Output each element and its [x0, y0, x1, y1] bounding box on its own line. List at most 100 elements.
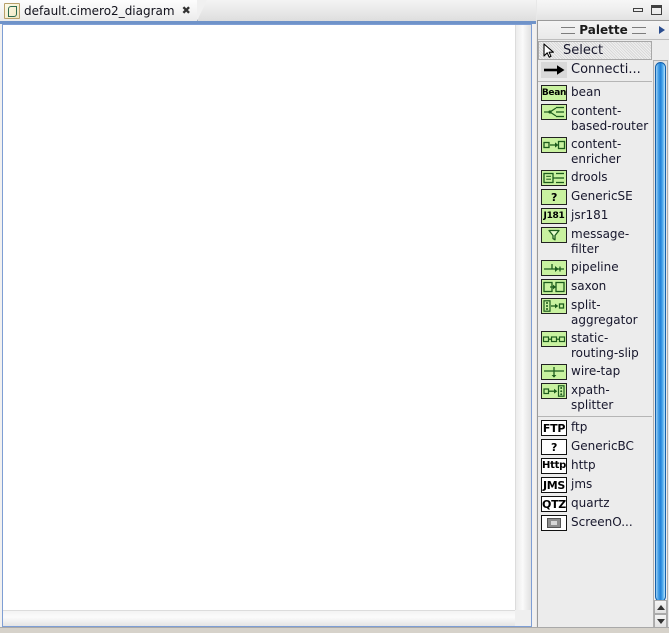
palette-item-label: bean	[571, 85, 601, 99]
chevron-right-icon[interactable]	[659, 26, 665, 34]
palette-vertical-scrollbar[interactable]	[653, 60, 668, 629]
window-bottom-edge	[0, 627, 669, 633]
palette-item-label: GenericSE	[571, 189, 633, 203]
jsr181-icon-text: J181	[543, 210, 565, 221]
palette-item-screenshot[interactable]: ScreenO...	[538, 513, 652, 532]
wire-tap-icon	[541, 364, 567, 380]
palette-item-drools[interactable]: drools	[538, 168, 652, 187]
screenshot-icon	[541, 515, 567, 531]
palette-item-label: jms	[571, 477, 593, 491]
minimize-icon[interactable]	[632, 4, 645, 16]
palette-item-label: pipeline	[571, 260, 619, 274]
palette-item-list: Select Connecti... Bean bean content-bas…	[538, 40, 652, 630]
canvas-horizontal-scrollbar[interactable]	[3, 610, 515, 626]
palette-item-select[interactable]: Select	[538, 41, 652, 60]
diagram-canvas[interactable]	[3, 25, 515, 610]
grip-icon	[631, 26, 646, 34]
generic-se-icon-text: ?	[550, 190, 558, 204]
generic-se-icon: ?	[541, 189, 567, 205]
palette-group-binding-components: FTP ftp ? GenericBC Http http JMS jms QT…	[538, 417, 652, 534]
palette-item-pipeline[interactable]: pipeline	[538, 258, 652, 277]
eclipse-diagram-editor-window: default.cimero2_diagram ✖ Palette Select…	[0, 0, 669, 633]
palette-item-content-based-router[interactable]: content-based-router	[538, 102, 652, 135]
xpath-splitter-icon	[541, 383, 567, 399]
quartz-icon: QTZ	[541, 496, 567, 512]
http-icon: Http	[541, 458, 567, 474]
bean-icon: Bean	[541, 85, 567, 101]
palette-item-quartz[interactable]: QTZ quartz	[538, 494, 652, 513]
palette-panel: Palette Select Connecti... Bean bean con…	[537, 0, 669, 633]
palette-item-saxon[interactable]: saxon	[538, 277, 652, 296]
palette-item-label: static-routing-slip	[571, 331, 639, 360]
quartz-icon-text: QTZ	[542, 497, 566, 511]
palette-item-connection[interactable]: Connecti...	[538, 60, 652, 79]
generic-bc-icon-text: ?	[550, 440, 558, 454]
palette-item-xpath-splitter[interactable]: xpath-splitter	[538, 381, 652, 414]
palette-item-label: xpath-splitter	[571, 383, 614, 412]
palette-item-wire-tap[interactable]: wire-tap	[538, 362, 652, 381]
saxon-icon	[541, 279, 567, 295]
window-titlebar	[537, 0, 669, 20]
diagram-canvas-frame	[2, 24, 532, 627]
palette-group-tools: Select Connecti...	[538, 40, 652, 82]
palette-item-content-enricher[interactable]: content-enricher	[538, 135, 652, 168]
palette-item-label: saxon	[571, 279, 607, 293]
grip-icon	[561, 26, 576, 34]
split-aggregator-icon	[541, 298, 567, 314]
palette-body: Palette Select Connecti... Bean bean con…	[537, 20, 669, 633]
canvas-vertical-scrollbar[interactable]	[515, 25, 531, 610]
pipeline-icon	[541, 260, 567, 276]
palette-item-http[interactable]: Http http	[538, 456, 652, 475]
maximize-icon[interactable]	[650, 4, 663, 16]
palette-item-label: split-aggregator	[571, 298, 638, 327]
connection-arrow-icon	[541, 62, 567, 78]
palette-item-label: jsr181	[571, 208, 609, 222]
palette-item-label: http	[571, 458, 596, 472]
bean-icon-text: Bean	[541, 87, 567, 98]
jms-icon: JMS	[541, 477, 567, 493]
palette-item-split-aggregator[interactable]: split-aggregator	[538, 296, 652, 329]
palette-item-label: Connecti...	[571, 62, 641, 77]
palette-item-label: wire-tap	[571, 364, 621, 378]
palette-item-label: message-filter	[571, 227, 630, 256]
canvas-scrollbar-corner	[515, 610, 531, 626]
static-routing-slip-icon	[541, 331, 567, 347]
ftp-icon-text: FTP	[542, 421, 566, 435]
palette-item-static-routing-slip[interactable]: static-routing-slip	[538, 329, 652, 362]
editor-tab-label: default.cimero2_diagram	[24, 3, 175, 18]
editor-area: default.cimero2_diagram ✖	[0, 0, 536, 633]
palette-item-generic-se[interactable]: ? GenericSE	[538, 187, 652, 206]
palette-item-label: GenericBC	[571, 439, 634, 453]
palette-title: Palette	[579, 23, 628, 37]
drools-icon	[541, 170, 567, 186]
jms-icon-text: JMS	[542, 478, 566, 492]
palette-item-bean[interactable]: Bean bean	[538, 83, 652, 102]
cursor-icon	[541, 43, 559, 59]
palette-header: Palette	[538, 21, 669, 40]
palette-item-label: ftp	[571, 420, 588, 434]
palette-item-label: Select	[563, 43, 604, 58]
palette-item-message-filter[interactable]: message-filter	[538, 225, 652, 258]
palette-item-generic-bc[interactable]: ? GenericBC	[538, 437, 652, 456]
palette-group-service-engines: Bean bean content-based-router content-e…	[538, 82, 652, 417]
palette-item-ftp[interactable]: FTP ftp	[538, 418, 652, 437]
http-icon-text: Http	[542, 460, 566, 471]
editor-tab-strip: default.cimero2_diagram ✖	[0, 0, 536, 21]
palette-item-label: ScreenO...	[571, 515, 633, 529]
palette-scrollbar-thumb[interactable]	[655, 62, 666, 602]
palette-item-label: content-enricher	[571, 137, 622, 166]
palette-item-jms[interactable]: JMS jms	[538, 475, 652, 494]
palette-item-jsr181[interactable]: J181 jsr181	[538, 206, 652, 225]
jsr181-icon: J181	[541, 208, 567, 224]
palette-item-label: quartz	[571, 496, 610, 510]
generic-bc-icon: ?	[541, 439, 567, 455]
close-icon[interactable]: ✖	[182, 5, 191, 16]
palette-item-label: drools	[571, 170, 608, 184]
scroll-up-icon[interactable]	[654, 600, 667, 614]
ftp-icon: FTP	[541, 420, 567, 436]
diagram-file-icon	[4, 2, 20, 19]
scroll-down-icon[interactable]	[654, 614, 667, 628]
content-based-router-icon	[541, 104, 567, 120]
content-enricher-icon	[541, 137, 567, 153]
editor-tab-default-cimero2-diagram[interactable]: default.cimero2_diagram ✖	[0, 0, 207, 21]
